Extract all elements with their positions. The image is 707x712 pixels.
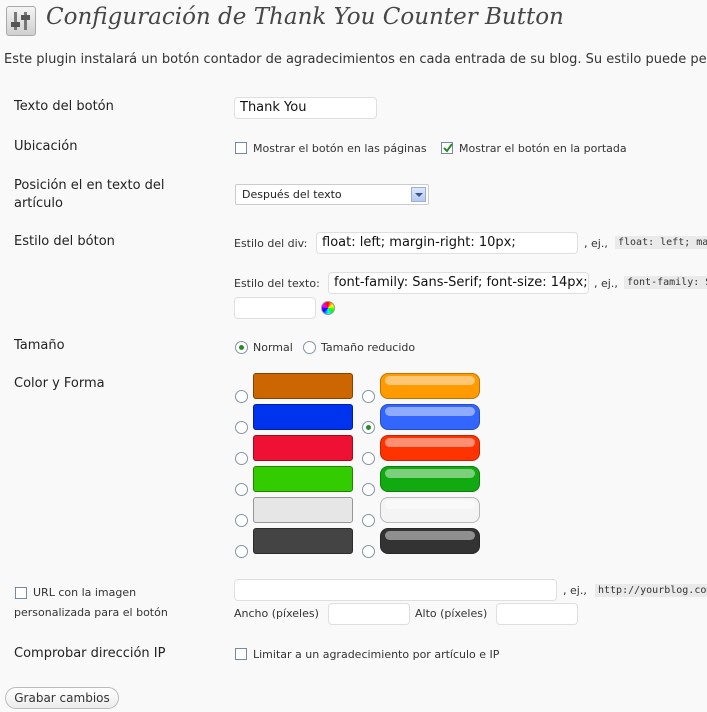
color-radio-orange-gel[interactable] — [362, 390, 375, 403]
color-radio-green-gel[interactable] — [362, 483, 375, 496]
size-label: Tamaño — [14, 338, 65, 353]
height-label: Alto (píxeles) — [415, 607, 488, 620]
text-style-example-prefix: , ej., — [594, 277, 618, 290]
custom-image-checkbox[interactable] — [15, 587, 27, 599]
button-text-label: Texto del botón — [14, 99, 114, 114]
custom-image-example-prefix: , ej., — [563, 584, 587, 597]
color-swatch-blue-flat[interactable] — [253, 404, 353, 430]
div-style-example-code: float: left; ma — [615, 236, 707, 249]
settings-sliders-icon — [6, 6, 36, 36]
text-style-input[interactable]: font-family: Sans-Serif; font-size: 14px… — [328, 272, 589, 294]
color-input[interactable] — [234, 297, 316, 319]
color-swatch-black-flat[interactable] — [253, 528, 353, 554]
color-swatch-orange-flat[interactable] — [253, 373, 353, 399]
height-input[interactable] — [496, 603, 578, 625]
width-input[interactable] — [328, 603, 410, 625]
custom-image-label-line2: personalizada para el botón — [14, 606, 168, 619]
color-radio-red-flat[interactable] — [235, 452, 248, 465]
color-radio-red-gel[interactable] — [362, 452, 375, 465]
color-swatch-green-flat[interactable] — [253, 466, 353, 492]
color-swatch-red-flat[interactable] — [253, 435, 353, 461]
color-radio-white-flat[interactable] — [235, 514, 248, 527]
position-label-line2: artículo — [14, 196, 63, 211]
intro-text: Este plugin instalará un botón contador … — [4, 52, 707, 67]
show-on-pages-checkbox[interactable] — [235, 142, 247, 154]
color-radio-orange-flat[interactable] — [235, 390, 248, 403]
show-on-home-label: Mostrar el botón en la portada — [459, 142, 627, 155]
color-swatch-black-gel[interactable] — [380, 528, 480, 554]
width-label: Ancho (píxeles) — [234, 607, 319, 620]
save-changes-button[interactable]: Grabar cambios — [5, 687, 119, 709]
size-reduced-radio[interactable] — [303, 341, 316, 354]
color-swatch-white-flat[interactable] — [253, 497, 353, 523]
show-on-pages-label: Mostrar el botón en las páginas — [253, 142, 427, 155]
position-select-value: Después del texto — [242, 188, 342, 201]
location-label: Ubicación — [14, 139, 78, 154]
color-radio-green-flat[interactable] — [235, 483, 248, 496]
custom-image-example-code: http://yourblog.com — [595, 584, 707, 597]
size-normal-label: Normal — [253, 341, 293, 354]
color-swatch-orange-gel[interactable] — [380, 373, 480, 399]
color-shape-label: Color y Forma — [14, 376, 105, 391]
color-swatch-red-gel[interactable] — [380, 435, 480, 461]
color-wheel-icon[interactable] — [321, 301, 335, 315]
ip-limit-checkbox[interactable] — [235, 648, 247, 660]
color-radio-white-gel[interactable] — [362, 514, 375, 527]
size-reduced-label: Tamaño reducido — [321, 341, 416, 354]
custom-image-label-line1: URL con la imagen — [33, 586, 137, 599]
color-radio-blue-flat[interactable] — [235, 421, 248, 434]
button-text-input[interactable]: Thank You — [234, 97, 377, 119]
button-style-label: Estilo del bóton — [14, 234, 115, 249]
checkmark-icon — [443, 143, 453, 153]
size-normal-radio[interactable] — [235, 341, 248, 354]
show-on-home-checkbox[interactable] — [441, 142, 453, 154]
color-radio-black-flat[interactable] — [235, 545, 248, 558]
page-title: Configuración de Thank You Counter Butto… — [46, 4, 564, 30]
div-style-label: Estilo del div: — [234, 237, 308, 250]
color-swatch-blue-gel[interactable] — [380, 404, 480, 430]
color-swatch-green-gel[interactable] — [380, 466, 480, 492]
color-radio-black-gel[interactable] — [362, 545, 375, 558]
text-style-label: Estilo del texto: — [234, 277, 320, 290]
ip-limit-label: Limitar a un agradecimiento por artículo… — [253, 648, 500, 661]
custom-image-url-input[interactable] — [234, 579, 557, 601]
ip-check-label: Comprobar dirección IP — [14, 646, 166, 661]
position-select[interactable]: Después del texto — [235, 184, 429, 205]
color-swatch-white-gel[interactable] — [380, 497, 480, 523]
div-style-example-prefix: , ej., — [584, 237, 608, 250]
div-style-input[interactable]: float: left; margin-right: 10px; — [316, 232, 578, 254]
chevron-down-icon[interactable] — [411, 187, 426, 202]
color-radio-blue-gel[interactable] — [362, 421, 375, 434]
text-style-example-code: font-family: S — [624, 276, 707, 289]
position-label-line1: Posición el en texto del — [14, 178, 165, 193]
